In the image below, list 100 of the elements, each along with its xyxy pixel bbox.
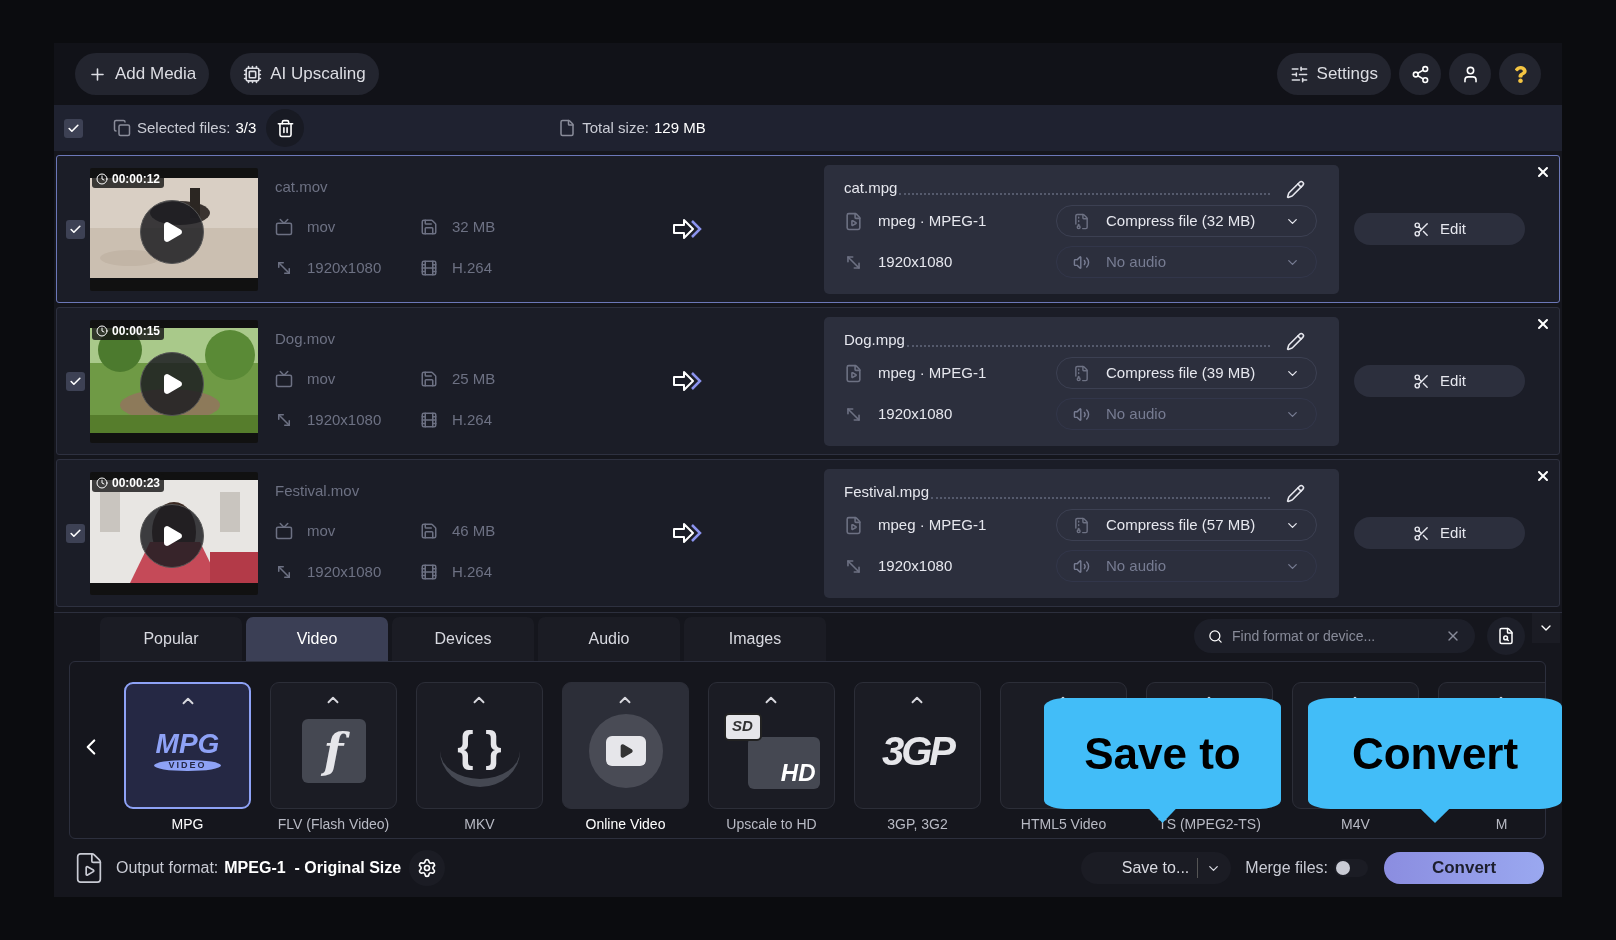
codec-icon [420, 410, 438, 429]
file-row[interactable]: 00:00:15 Dog.mov mov 25 MB 1920x1080 H.264 Dog.mpg mpeg · MPEG-1 Compress file (39 MB) 1920x1080 No audio Edit [56, 307, 1560, 455]
rename-icon[interactable] [1286, 484, 1305, 503]
format-icon [844, 363, 863, 383]
merge-label: Merge files: [1245, 858, 1328, 878]
save-to-button[interactable]: Save to... [1081, 852, 1232, 884]
container-format: mov [307, 369, 336, 389]
checkbox[interactable] [64, 118, 83, 138]
format-tab[interactable]: Images [684, 617, 826, 661]
format-label: HTML5 Video [1020, 815, 1107, 834]
format-tab[interactable]: Popular [100, 617, 242, 661]
file-name: Festival.mov [275, 481, 361, 501]
output-resolution: 1920x1080 [878, 555, 954, 576]
toolbar-button[interactable]: AI Upscaling [230, 53, 379, 95]
size-icon [420, 522, 438, 541]
mpg-logo: MPG VIDEO [154, 730, 221, 771]
close-icon[interactable] [1535, 164, 1551, 180]
container-format: mov [307, 217, 336, 237]
checkbox[interactable] [66, 523, 85, 543]
help-button[interactable] [1499, 53, 1541, 95]
files-icon [113, 119, 131, 137]
format-card[interactable]: { } [416, 682, 543, 809]
file-search-icon [1497, 627, 1515, 645]
scissors-icon [1413, 220, 1431, 238]
output-name: cat.mpg [844, 177, 898, 198]
delete-button[interactable] [266, 109, 305, 147]
audio-icon [1073, 405, 1090, 423]
close-icon[interactable] [1535, 468, 1551, 484]
settings-icon [1289, 64, 1309, 84]
container-icon [275, 522, 293, 541]
search-preview-button[interactable] [1487, 617, 1525, 655]
audio-icon [1073, 557, 1090, 575]
output-format: mpeg · MPEG-1 [878, 514, 988, 535]
edit-button[interactable]: Edit [1354, 365, 1525, 397]
gear-icon [417, 858, 438, 878]
format-label: M4V [1341, 815, 1370, 834]
file-icon [558, 119, 577, 137]
codec: H.264 [452, 561, 493, 582]
container-format: mov [307, 521, 336, 541]
codec: H.264 [452, 409, 493, 430]
file-name: Dog.mov [275, 329, 337, 349]
format-tab[interactable]: Video [246, 617, 388, 661]
share-button[interactable] [1399, 53, 1441, 95]
check-icon [69, 374, 82, 388]
rename-icon[interactable] [1286, 332, 1305, 351]
duration: 00:00:15 [112, 322, 161, 340]
duration: 00:00:12 [112, 170, 161, 188]
compress-icon [1073, 364, 1090, 382]
format-tab[interactable]: Audio [538, 617, 680, 661]
total-size: 129 MB [653, 117, 706, 138]
collapse-button[interactable] [1532, 613, 1560, 643]
toolbar-button[interactable]: Add Media [75, 53, 210, 95]
file-name: cat.mov [275, 177, 329, 197]
format-card[interactable]: HD SD [708, 682, 835, 809]
merge-toggle[interactable] [1334, 859, 1368, 877]
convert-arrow-icon [672, 218, 704, 240]
format-label: MPG [171, 815, 204, 834]
search-icon [1208, 628, 1223, 644]
format-label: MKV [464, 815, 495, 834]
clock-icon [96, 324, 108, 337]
file-size: 32 MB [452, 217, 496, 237]
edit-button[interactable]: Edit [1354, 517, 1525, 549]
format-icon [844, 515, 863, 535]
output-settings-button[interactable] [409, 850, 446, 886]
file-size: 46 MB [452, 521, 496, 541]
selected-label: Selected files: [137, 117, 231, 138]
container-icon [275, 370, 293, 389]
codec: H.264 [452, 257, 493, 278]
search-field[interactable]: Find format or device... [1194, 619, 1475, 653]
scissors-icon [1413, 524, 1431, 542]
convert-button[interactable]: Convert [1384, 852, 1544, 884]
edit-button[interactable]: Edit [1354, 213, 1525, 245]
format-label: 3GP, 3G2 [887, 815, 948, 834]
output-format-label: Output format: [116, 858, 219, 878]
format-tab[interactable]: Devices [392, 617, 534, 661]
format-label: Upscale to HD [726, 815, 817, 834]
checkbox[interactable] [66, 219, 85, 239]
chip-icon [243, 64, 263, 84]
settings-button[interactable]: Settings [1276, 53, 1391, 95]
share-icon [1410, 64, 1430, 84]
format-card[interactable]: MPG VIDEO [124, 682, 251, 809]
scissors-icon [1413, 372, 1431, 390]
file-size: 25 MB [452, 369, 496, 389]
size-icon [420, 218, 438, 237]
format-card[interactable]: 3GP [854, 682, 981, 809]
account-button[interactable] [1449, 53, 1491, 95]
format-card[interactable]: f [270, 682, 397, 809]
total-size-label: Total size: [582, 117, 649, 138]
checkbox[interactable] [66, 371, 85, 391]
file-row[interactable]: 00:00:23 Festival.mov mov 46 MB 1920x1080 H.264 Festival.mpg mpeg · MPEG-1 Compress file (57 MB) 1920x1080 No audio Edit [56, 459, 1560, 607]
resolution: 1920x1080 [307, 257, 382, 278]
upscale-logo: HD SD [723, 712, 820, 789]
compress-icon [1073, 212, 1090, 230]
rename-icon[interactable] [1286, 180, 1305, 199]
convert-arrow-icon [672, 370, 704, 392]
selected-count: 3/3 [235, 117, 257, 138]
duration: 00:00:23 [112, 474, 161, 492]
format-card[interactable] [562, 682, 689, 809]
close-icon[interactable] [1535, 316, 1551, 332]
file-row[interactable]: 00:00:12 cat.mov mov 32 MB 1920x1080 H.264 cat.mpg mpeg · MPEG-1 Compress file (32 MB) 1920x1080 No audio Edit [56, 155, 1560, 303]
